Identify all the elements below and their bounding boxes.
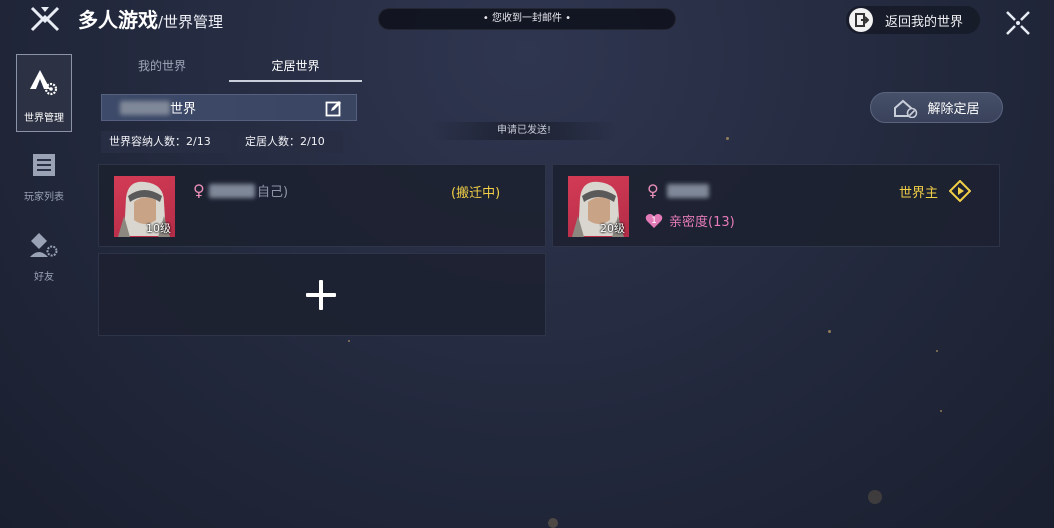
- sidebar-item-player-list[interactable]: 玩家列表: [16, 148, 72, 210]
- avatar: 20级: [568, 176, 629, 237]
- cancel-settlement-label: 解除定居: [927, 102, 980, 117]
- cancel-settlement-button[interactable]: 解除定居: [870, 92, 1003, 123]
- tab-settled-world[interactable]: 定居世界: [229, 52, 362, 82]
- mail-notice-banner[interactable]: • 您收到一封邮件 •: [378, 8, 676, 30]
- title-text: 多人游戏: [78, 8, 158, 32]
- sidebar-item-world-management[interactable]: 世界管理: [16, 54, 72, 132]
- intimacy-text: 亲密度(13): [669, 215, 735, 230]
- female-icon: ♀: [647, 181, 659, 200]
- redacted-name: [667, 184, 709, 198]
- world-name-text: 世界: [170, 102, 197, 117]
- world-owner-badge: 世界主: [899, 186, 939, 201]
- plus-icon-vertical: [319, 280, 323, 310]
- play-diamond-icon[interactable]: [949, 180, 971, 202]
- heart-icon: 1: [645, 213, 663, 229]
- close-icon[interactable]: [1004, 9, 1032, 37]
- player-name: 自己): [257, 185, 289, 200]
- request-sent-toast: 申请已发送!: [430, 122, 618, 140]
- redacted-name: [120, 100, 170, 115]
- intimacy-indicator: 1 亲密度(13): [645, 211, 735, 230]
- return-to-my-world-button[interactable]: 返回我的世界: [846, 6, 980, 34]
- world-name-field: 世界: [101, 94, 357, 121]
- house-remove-icon: [894, 99, 918, 118]
- return-label: 返回我的世界: [885, 14, 964, 30]
- world-capacity-stat: 世界容纳人数：2/13: [101, 131, 231, 153]
- intimacy-level: 1: [651, 215, 657, 226]
- player-card[interactable]: 20级 ♀ 1 亲密度(13) 世界主: [552, 164, 1000, 247]
- settled-count-stat: 定居人数：2/10: [237, 131, 343, 153]
- sidebar-item-label: 好友: [34, 272, 54, 283]
- redacted-name: [209, 184, 255, 198]
- sidebar-item-label: 玩家列表: [24, 192, 64, 203]
- subtitle-text: /世界管理: [158, 13, 224, 31]
- sidebar-item-friends[interactable]: 好友: [16, 228, 72, 290]
- avatar: 10级: [114, 176, 175, 237]
- tent-gear-icon: [17, 65, 71, 99]
- level-label: 20级: [600, 222, 625, 235]
- player-card[interactable]: 10级 ♀ 自己) (搬迁中): [98, 164, 546, 247]
- exit-door-icon: [849, 8, 873, 32]
- status-badge: (搬迁中): [451, 186, 501, 201]
- edit-icon[interactable]: [325, 100, 342, 117]
- list-icon: [16, 148, 72, 182]
- game-logo-icon: [30, 6, 60, 32]
- tab-my-world[interactable]: 我的世界: [96, 52, 228, 82]
- page-title: 多人游戏/世界管理: [78, 4, 223, 33]
- level-label: 10级: [146, 222, 171, 235]
- female-icon: ♀: [193, 181, 205, 200]
- user-gear-icon: [16, 228, 72, 262]
- sidebar-item-label: 世界管理: [24, 113, 64, 124]
